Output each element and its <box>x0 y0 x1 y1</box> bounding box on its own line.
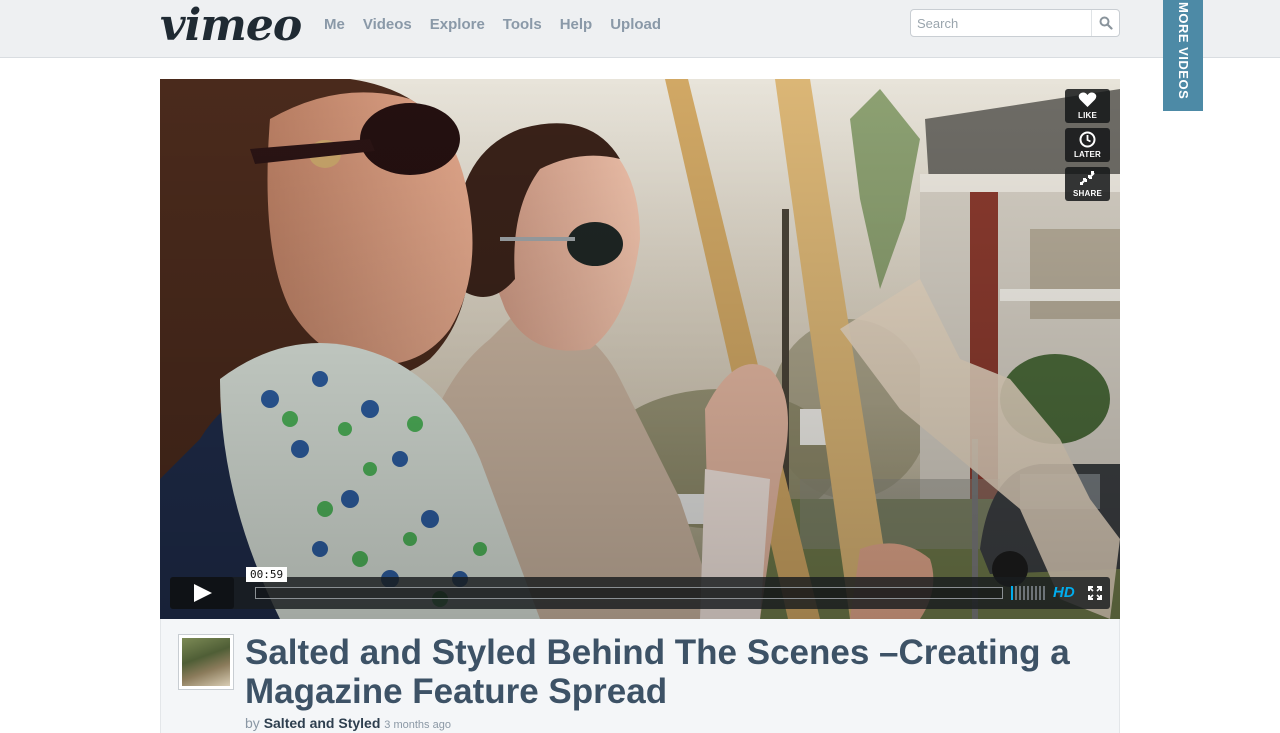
main-nav: Me Videos Explore Tools Help Upload <box>324 16 661 33</box>
share-icon <box>1080 171 1095 185</box>
share-button[interactable]: SHARE <box>1065 167 1110 201</box>
top-navigation-bar: vimeo Me Videos Explore Tools Help Uploa… <box>0 0 1280 58</box>
search-input[interactable] <box>911 10 1091 36</box>
progress-bar[interactable] <box>255 587 1003 599</box>
nav-tools[interactable]: Tools <box>503 16 542 33</box>
nav-explore[interactable]: Explore <box>430 16 485 33</box>
nav-help[interactable]: Help <box>560 16 593 33</box>
by-prefix: by <box>245 715 260 731</box>
author-avatar[interactable] <box>178 634 234 690</box>
volume-control[interactable] <box>1011 586 1045 600</box>
search-box <box>910 9 1120 37</box>
more-videos-label: MORE VIDEOS <box>1176 2 1191 100</box>
like-label: LIKE <box>1077 111 1098 120</box>
video-title: Salted and Styled Behind The Scenes –Cre… <box>245 633 1070 711</box>
fullscreen-icon <box>1088 586 1102 600</box>
hd-toggle[interactable]: HD <box>1053 584 1075 601</box>
nav-upload[interactable]: Upload <box>610 16 661 33</box>
vimeo-logo[interactable]: vimeo <box>160 0 302 51</box>
fullscreen-button[interactable] <box>1088 586 1102 605</box>
play-icon <box>194 584 212 602</box>
search-button[interactable] <box>1091 10 1119 36</box>
later-label: LATER <box>1073 150 1102 159</box>
nav-me[interactable]: Me <box>324 16 345 33</box>
avatar-image <box>182 638 230 686</box>
play-button[interactable] <box>170 577 234 609</box>
search-icon <box>1099 16 1113 30</box>
video-player[interactable]: LIKE LATER SHARE 00:59 HD <box>160 79 1120 619</box>
player-controls: 00:59 HD <box>170 567 1110 609</box>
more-videos-tab[interactable]: MORE VIDEOS <box>1163 0 1203 111</box>
timecode: 00:59 <box>246 567 288 582</box>
video-info: Salted and Styled Behind The Scenes –Cre… <box>160 619 1120 733</box>
nav-videos[interactable]: Videos <box>363 16 412 33</box>
byline: by Salted and Styled 3 months ago <box>245 715 451 731</box>
video-frame-image <box>160 79 1120 619</box>
like-button[interactable]: LIKE <box>1065 89 1110 123</box>
clock-icon <box>1079 131 1096 148</box>
upload-time: 3 months ago <box>384 719 451 731</box>
heart-icon <box>1078 92 1097 107</box>
author-link[interactable]: Salted and Styled <box>264 715 381 731</box>
share-label: SHARE <box>1072 189 1102 198</box>
watch-later-button[interactable]: LATER <box>1065 128 1110 162</box>
